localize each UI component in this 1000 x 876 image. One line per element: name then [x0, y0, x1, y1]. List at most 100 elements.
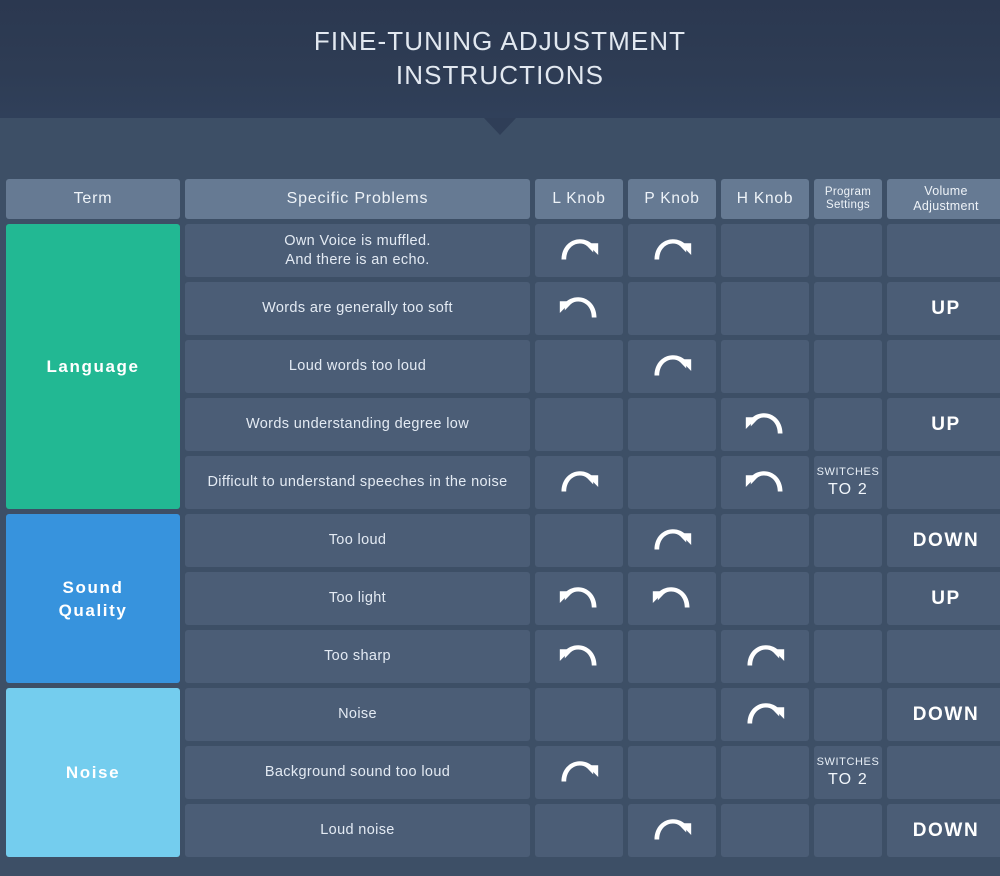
cell-specific-problem[interactable]: Difficult to understand speeches in the …	[185, 456, 530, 509]
cell-p-knob[interactable]	[628, 224, 716, 277]
cell-l-knob[interactable]	[535, 398, 623, 451]
cell-h-knob[interactable]	[721, 340, 809, 393]
cell-h-knob[interactable]	[721, 282, 809, 335]
term-label: Language	[46, 357, 140, 376]
column-header-h-knob[interactable]: H Knob	[721, 179, 809, 219]
rotate-clockwise-arrow-icon	[742, 698, 788, 732]
cell-program-settings[interactable]: SWITCHES TO 2	[814, 456, 882, 509]
cell-h-knob[interactable]	[721, 224, 809, 277]
cell-specific-problem[interactable]: Too light	[185, 572, 530, 625]
cell-h-knob[interactable]	[721, 514, 809, 567]
cell-p-knob[interactable]	[628, 398, 716, 451]
cell-h-knob[interactable]	[721, 572, 809, 625]
cell-l-knob[interactable]	[535, 572, 623, 625]
cell-specific-problem[interactable]: Too loud	[185, 514, 530, 567]
cell-l-knob[interactable]	[535, 630, 623, 683]
cell-p-knob[interactable]	[628, 456, 716, 509]
cell-p-knob[interactable]	[628, 340, 716, 393]
cell-p-knob[interactable]	[628, 630, 716, 683]
problem-text: Loud noise	[320, 822, 395, 838]
cell-p-knob[interactable]	[628, 746, 716, 799]
cell-l-knob[interactable]	[535, 456, 623, 509]
banner-notch-triangle	[484, 118, 516, 135]
cell-h-knob[interactable]	[721, 688, 809, 741]
column-header-volume-adjustment[interactable]: Volume Adjustment	[887, 179, 1000, 219]
table-row: Words are generally too soft UP	[185, 282, 1000, 335]
cell-h-knob[interactable]	[721, 746, 809, 799]
cell-program-settings[interactable]	[814, 282, 882, 335]
rows-column: Own Voice is muffled. And there is an ec…	[185, 224, 1000, 857]
cell-specific-problem[interactable]: Own Voice is muffled. And there is an ec…	[185, 224, 530, 277]
cell-specific-problem[interactable]: Loud noise	[185, 804, 530, 857]
cell-l-knob[interactable]	[535, 804, 623, 857]
cell-volume-adjustment[interactable]: UP	[887, 572, 1000, 625]
cell-specific-problem[interactable]: Loud words too loud	[185, 340, 530, 393]
cell-volume-adjustment[interactable]	[887, 456, 1000, 509]
term-group-language[interactable]: Language	[6, 224, 180, 509]
problem-text: Loud words too loud	[288, 358, 427, 374]
table-row: Too sharp	[185, 630, 1000, 683]
table-row: Loud words too loud	[185, 340, 1000, 393]
table-row: Background sound too loud SWITCHES TO 2	[185, 746, 1000, 799]
cell-volume-adjustment[interactable]: DOWN	[887, 804, 1000, 857]
volume-direction-label: UP	[931, 587, 961, 609]
cell-l-knob[interactable]	[535, 224, 623, 277]
column-header-p-knob[interactable]: P Knob	[628, 179, 716, 219]
term-group-noise[interactable]: Noise	[6, 688, 180, 857]
cell-h-knob[interactable]	[721, 398, 809, 451]
cell-l-knob[interactable]	[535, 746, 623, 799]
column-header-term[interactable]: Term	[6, 179, 180, 219]
rotate-counterclockwise-arrow-icon	[556, 640, 602, 674]
cell-l-knob[interactable]	[535, 282, 623, 335]
rotate-clockwise-arrow-icon	[649, 524, 695, 558]
cell-program-settings[interactable]	[814, 340, 882, 393]
cell-volume-adjustment[interactable]: DOWN	[887, 514, 1000, 567]
cell-volume-adjustment[interactable]	[887, 224, 1000, 277]
cell-program-settings[interactable]: SWITCHES TO 2	[814, 746, 882, 799]
cell-p-knob[interactable]	[628, 282, 716, 335]
cell-specific-problem[interactable]: Words understanding degree low	[185, 398, 530, 451]
rotate-counterclockwise-arrow-icon	[742, 466, 788, 500]
rotate-counterclockwise-arrow-icon	[556, 582, 602, 616]
term-column: Language Sound Quality Noise	[6, 224, 180, 857]
cell-p-knob[interactable]	[628, 514, 716, 567]
table-row: Difficult to understand speeches in the …	[185, 456, 1000, 509]
cell-program-settings[interactable]	[814, 630, 882, 683]
cell-specific-problem[interactable]: Too sharp	[185, 630, 530, 683]
cell-program-settings[interactable]	[814, 514, 882, 567]
rotate-counterclockwise-arrow-icon	[742, 408, 788, 442]
cell-p-knob[interactable]	[628, 688, 716, 741]
rotate-counterclockwise-arrow-icon	[556, 292, 602, 326]
cell-h-knob[interactable]	[721, 804, 809, 857]
column-header-specific-problems[interactable]: Specific Problems	[185, 179, 530, 219]
cell-specific-problem[interactable]: Background sound too loud	[185, 746, 530, 799]
program-setting-line2: TO 2	[827, 481, 869, 498]
cell-volume-adjustment[interactable]: UP	[887, 282, 1000, 335]
cell-volume-adjustment[interactable]	[887, 630, 1000, 683]
cell-p-knob[interactable]	[628, 804, 716, 857]
cell-l-knob[interactable]	[535, 688, 623, 741]
column-header-program-settings[interactable]: Program Settings	[814, 179, 882, 219]
cell-program-settings[interactable]	[814, 688, 882, 741]
cell-l-knob[interactable]	[535, 340, 623, 393]
table-row: Too loud DOWN	[185, 514, 1000, 567]
cell-volume-adjustment[interactable]: DOWN	[887, 688, 1000, 741]
cell-volume-adjustment[interactable]: UP	[887, 398, 1000, 451]
rotate-clockwise-arrow-icon	[649, 234, 695, 268]
cell-volume-adjustment[interactable]	[887, 746, 1000, 799]
term-group-sound-quality[interactable]: Sound Quality	[6, 514, 180, 683]
table-body: Language Sound Quality Noise Own Voice is …	[6, 224, 1000, 857]
cell-specific-problem[interactable]: Noise	[185, 688, 530, 741]
volume-direction-label: UP	[931, 413, 961, 435]
cell-l-knob[interactable]	[535, 514, 623, 567]
cell-program-settings[interactable]	[814, 224, 882, 277]
cell-h-knob[interactable]	[721, 630, 809, 683]
cell-p-knob[interactable]	[628, 572, 716, 625]
column-header-l-knob[interactable]: L Knob	[535, 179, 623, 219]
cell-program-settings[interactable]	[814, 804, 882, 857]
cell-specific-problem[interactable]: Words are generally too soft	[185, 282, 530, 335]
cell-volume-adjustment[interactable]	[887, 340, 1000, 393]
cell-program-settings[interactable]	[814, 398, 882, 451]
cell-program-settings[interactable]	[814, 572, 882, 625]
cell-h-knob[interactable]	[721, 456, 809, 509]
